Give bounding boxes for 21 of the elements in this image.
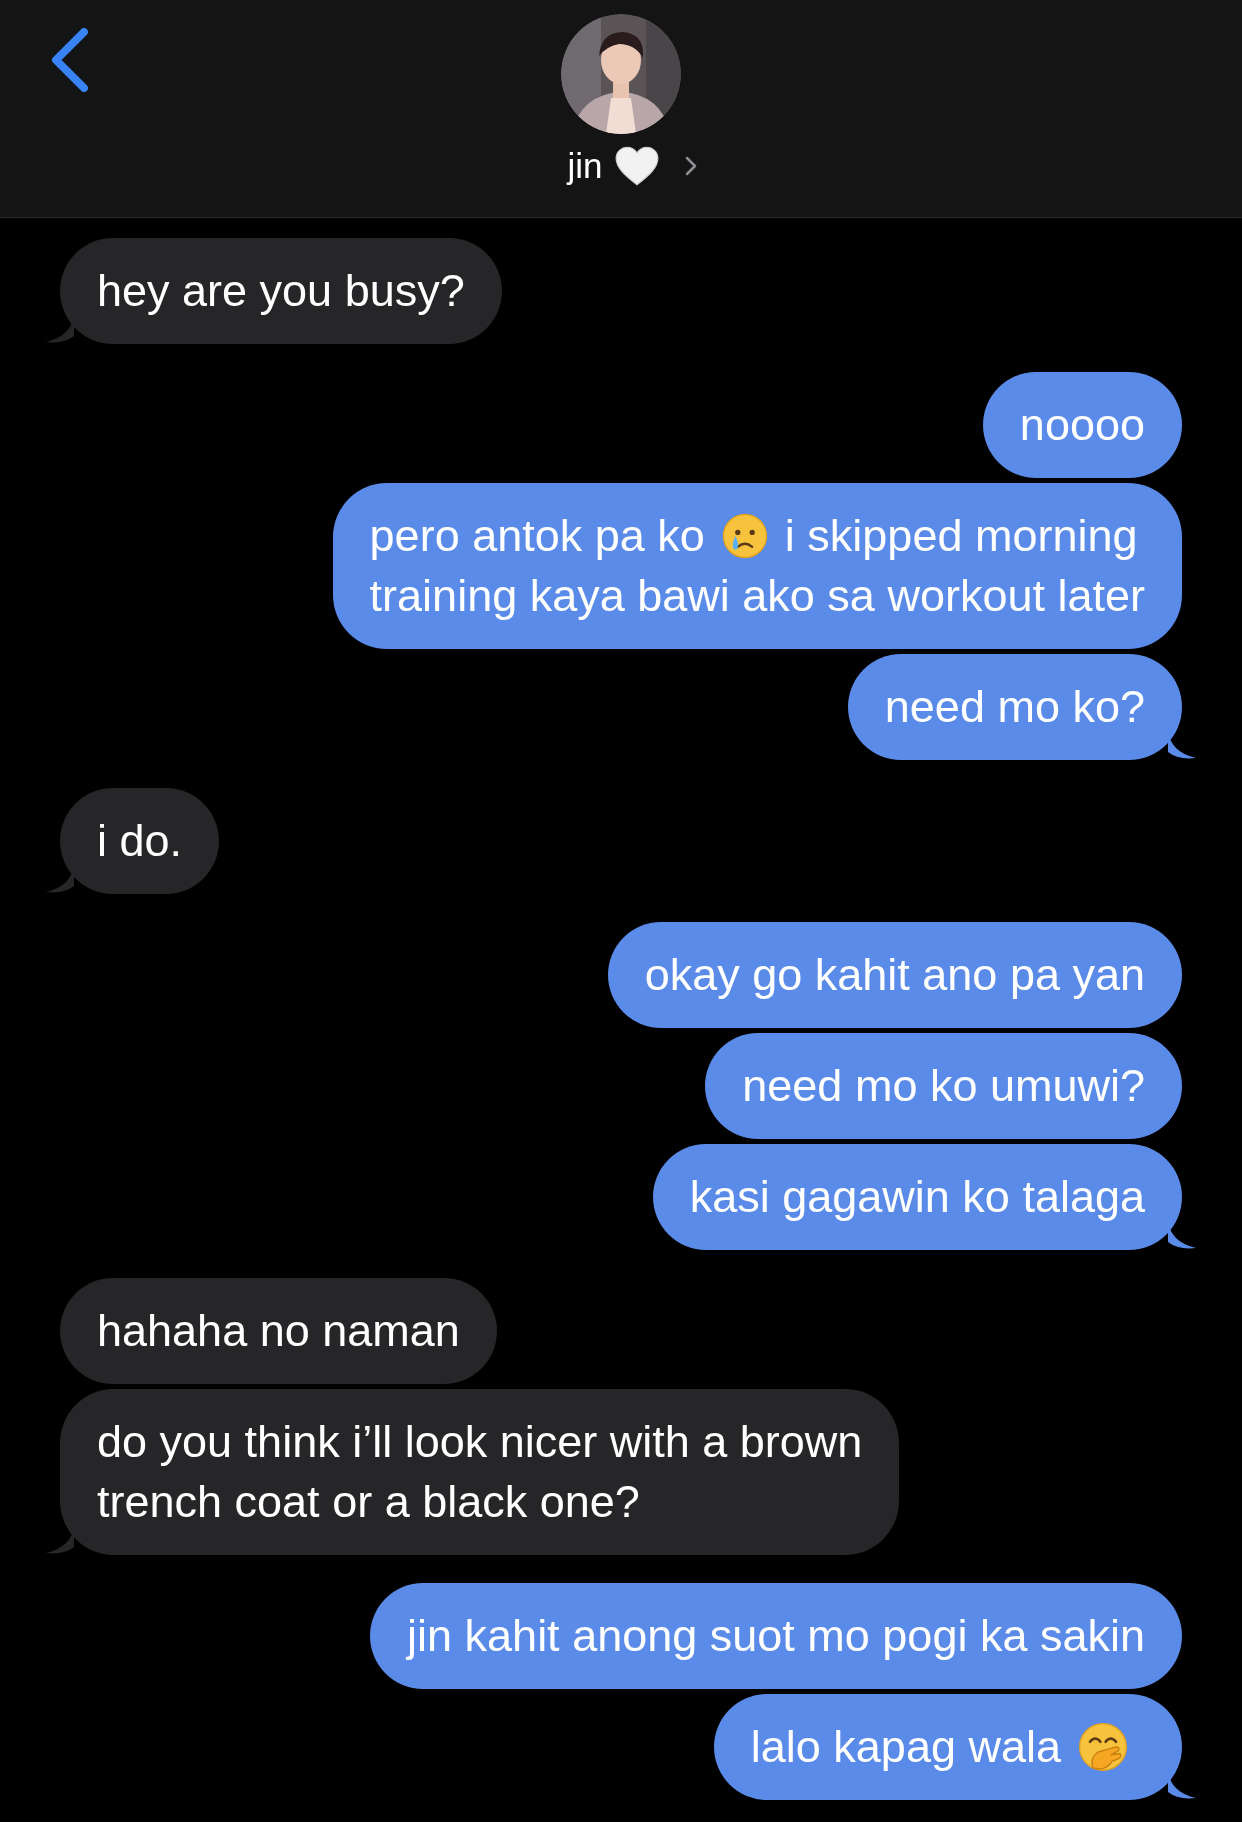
hand-over-mouth-face-icon: [1077, 1721, 1129, 1773]
message-text: need mo ko umuwi?: [742, 1059, 1145, 1113]
message-text: pero antok pa ko: [369, 509, 705, 563]
message-text: noooo: [1019, 398, 1145, 452]
chevron-icon[interactable]: [684, 156, 697, 176]
message-text: hey are you busy?: [97, 264, 465, 318]
message-text: lalo kapag wala: [750, 1720, 1061, 1774]
message-text: need mo ko?: [884, 680, 1145, 734]
message-text: i do.: [97, 814, 183, 868]
message-text: hahaha no naman: [97, 1304, 460, 1358]
message-text: do you think i’ll look nicer with a brown: [97, 1415, 863, 1469]
message-text: okay go kahit ano pa yan: [644, 948, 1145, 1002]
contact-name[interactable]: jin: [567, 144, 603, 188]
message-text: kasi gagawin ko talaga: [689, 1170, 1145, 1224]
back-icon[interactable]: [50, 28, 90, 92]
message-text: training kaya bawi ako sa workout later: [369, 569, 1145, 623]
message-text: trench coat or a black one?: [97, 1475, 640, 1529]
message-text: jin kahit anong suot mo pogi ka sakin: [407, 1609, 1145, 1663]
crying-face-icon: [720, 512, 769, 560]
message-text: i skipped morning: [784, 509, 1138, 563]
heart-icon: [614, 146, 659, 186]
